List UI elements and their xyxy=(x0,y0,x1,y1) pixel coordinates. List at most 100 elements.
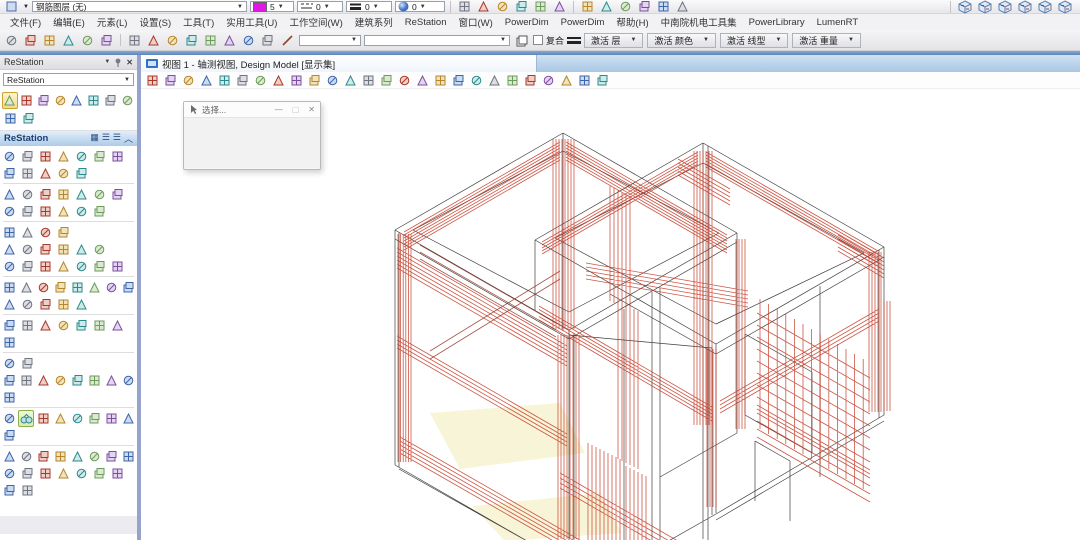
tool-icon[interactable] xyxy=(55,203,72,220)
tool-icon[interactable] xyxy=(617,0,634,15)
view-control-icon[interactable] xyxy=(162,72,179,89)
tool-icon[interactable] xyxy=(35,372,51,389)
tool-icon[interactable] xyxy=(120,279,136,296)
copy-icon[interactable] xyxy=(513,32,530,49)
list-view-icon[interactable]: ☰ xyxy=(102,132,110,145)
tool-icon[interactable] xyxy=(103,410,119,427)
tool-icon[interactable] xyxy=(73,258,90,275)
saved-view-cube-icon[interactable] xyxy=(1016,0,1033,15)
tool-icon[interactable] xyxy=(73,317,90,334)
saved-view-cube-icon[interactable] xyxy=(1056,0,1073,15)
active-attr-button-1[interactable]: 激活 颜色▼ xyxy=(647,33,715,48)
tool-icon[interactable] xyxy=(19,203,36,220)
tool-icon[interactable] xyxy=(164,32,181,49)
view-control-icon[interactable] xyxy=(198,72,215,89)
tool-icon[interactable] xyxy=(22,32,39,49)
tool-icon[interactable] xyxy=(259,32,276,49)
view-control-icon[interactable] xyxy=(324,72,341,89)
tool-icon[interactable] xyxy=(19,355,36,372)
tool-icon[interactable] xyxy=(37,465,54,482)
saved-view-cube-icon[interactable] xyxy=(956,0,973,15)
pin-icon[interactable] xyxy=(114,58,122,67)
tool-icon[interactable] xyxy=(674,0,691,15)
tool-icon[interactable] xyxy=(73,165,90,182)
tool-icon[interactable] xyxy=(1,203,18,220)
tool-icon[interactable] xyxy=(513,0,530,15)
tool-icon[interactable] xyxy=(86,279,102,296)
tool-icon[interactable] xyxy=(73,241,90,258)
chevron-down-icon[interactable]: ▼ xyxy=(23,4,29,10)
tool-icon[interactable] xyxy=(1,296,18,313)
tool-icon[interactable] xyxy=(79,32,96,49)
close-icon[interactable]: ✕ xyxy=(126,58,133,67)
tool-icon[interactable] xyxy=(19,465,36,482)
tool-icon[interactable] xyxy=(55,186,72,203)
tool-icon[interactable] xyxy=(91,258,108,275)
tool-icon[interactable] xyxy=(91,186,108,203)
drawing-canvas[interactable]: 选择... —▢✕ xyxy=(141,89,1080,540)
tool-icon[interactable] xyxy=(41,32,58,49)
tool-icon[interactable] xyxy=(91,148,108,165)
tool-icon[interactable] xyxy=(37,241,54,258)
tool-icon[interactable] xyxy=(1,334,18,351)
tool-icon[interactable] xyxy=(73,148,90,165)
tool-icon[interactable] xyxy=(1,258,18,275)
task-section-header[interactable]: ReStation ▦ ☰ ☰ ︿ xyxy=(0,131,137,146)
tool-icon[interactable] xyxy=(1,465,18,482)
menu-item-6[interactable]: 工作空间(W) xyxy=(283,14,348,30)
view-control-icon[interactable] xyxy=(396,72,413,89)
menu-item-9[interactable]: 窗口(W) xyxy=(453,14,499,30)
tool-icon[interactable] xyxy=(109,317,126,334)
search-binoculars-icon[interactable] xyxy=(18,410,34,427)
tool-icon[interactable] xyxy=(19,317,36,334)
tool-icon[interactable] xyxy=(37,224,54,241)
tool-icon[interactable] xyxy=(55,465,72,482)
tool-icon[interactable] xyxy=(109,148,126,165)
view-control-icon[interactable] xyxy=(252,72,269,89)
tool-icon[interactable] xyxy=(19,165,36,182)
tool-icon[interactable] xyxy=(19,241,36,258)
saved-view-cube-icon[interactable] xyxy=(996,0,1013,15)
view-control-icon[interactable] xyxy=(432,72,449,89)
tool-icon[interactable] xyxy=(55,241,72,258)
tool-icon[interactable] xyxy=(655,0,672,15)
tool-icon[interactable] xyxy=(35,448,51,465)
tool-icon[interactable] xyxy=(240,32,257,49)
tool-icon[interactable] xyxy=(494,0,511,15)
tool-icon[interactable] xyxy=(55,148,72,165)
view-tab[interactable]: 视图 1 - 轴测视图, Design Model [显示集] xyxy=(141,55,537,72)
menu-item-11[interactable]: PowerDim xyxy=(555,16,611,29)
pen-icon[interactable] xyxy=(279,32,296,49)
menu-item-14[interactable]: PowerLibrary xyxy=(743,16,811,29)
tool-icon[interactable] xyxy=(1,186,18,203)
tool-icon[interactable] xyxy=(55,165,72,182)
tool-icon[interactable] xyxy=(456,0,473,15)
menu-item-1[interactable]: 编辑(E) xyxy=(47,14,91,30)
tool-icon[interactable] xyxy=(73,203,90,220)
tool-icon[interactable] xyxy=(551,0,568,15)
tool-icon[interactable] xyxy=(37,165,54,182)
task-icon[interactable] xyxy=(86,92,102,109)
tool-icon[interactable] xyxy=(1,165,18,182)
menu-item-10[interactable]: PowerDim xyxy=(499,16,555,29)
menu-item-5[interactable]: 实用工具(U) xyxy=(220,14,283,30)
tool-icon[interactable] xyxy=(579,0,596,15)
tool-icon[interactable] xyxy=(532,0,549,15)
selection-dialog[interactable]: 选择... —▢✕ xyxy=(183,101,321,170)
tool-icon[interactable] xyxy=(86,410,102,427)
tool-icon[interactable] xyxy=(1,355,18,372)
view-control-icon[interactable] xyxy=(342,72,359,89)
view-control-icon[interactable] xyxy=(144,72,161,89)
view-control-icon[interactable] xyxy=(180,72,197,89)
tool-icon[interactable] xyxy=(1,148,18,165)
view-control-icon[interactable] xyxy=(558,72,575,89)
tool-icon[interactable] xyxy=(1,241,18,258)
tool-icon[interactable] xyxy=(1,389,18,406)
tool-icon[interactable] xyxy=(1,448,17,465)
tool-icon[interactable] xyxy=(37,186,54,203)
dialog-titlebar[interactable]: 选择... —▢✕ xyxy=(184,102,320,118)
detail-view-icon[interactable]: ☰ xyxy=(113,132,121,145)
close-icon[interactable]: ✕ xyxy=(308,105,315,114)
collapse-icon[interactable]: ︿ xyxy=(124,132,133,145)
chevron-down-icon[interactable]: ▼ xyxy=(104,59,110,65)
